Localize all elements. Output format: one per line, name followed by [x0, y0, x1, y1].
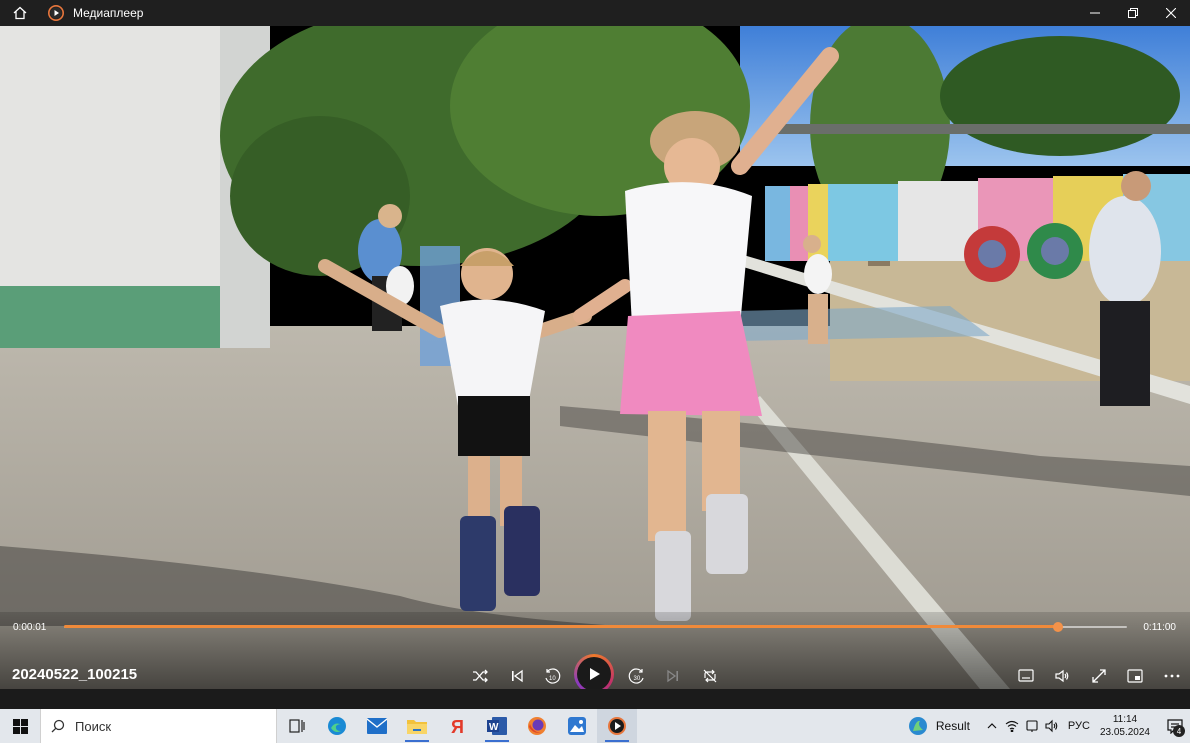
- taskbar-firefox[interactable]: [517, 709, 557, 743]
- shuffle-icon: [473, 669, 488, 683]
- forward-30-icon: 30: [628, 668, 644, 684]
- minimize-button[interactable]: [1076, 0, 1114, 26]
- svg-text:W: W: [489, 722, 499, 733]
- media-player-icon: [608, 717, 626, 735]
- clock-time: 11:14: [1112, 714, 1138, 725]
- shuffle-button[interactable]: [468, 664, 492, 688]
- volume-icon: [1055, 669, 1069, 683]
- volume-button[interactable]: [1050, 664, 1074, 688]
- player-controls: 0:00:01 0:11:00 20240522_100215 10 30: [0, 612, 1190, 694]
- rewind-10-button[interactable]: 10: [540, 664, 564, 688]
- home-button[interactable]: [0, 0, 40, 26]
- search-placeholder: Поиск: [75, 718, 112, 734]
- weather-widget[interactable]: Result: [908, 716, 970, 736]
- video-scene: [0, 26, 1190, 689]
- svg-text:10: 10: [549, 676, 556, 682]
- picture-in-picture-button[interactable]: [1123, 664, 1147, 688]
- total-time: 0:11:00: [1143, 622, 1176, 633]
- next-button[interactable]: [661, 664, 685, 688]
- taskbar-edge[interactable]: [317, 709, 357, 743]
- taskbar-word[interactable]: W: [477, 709, 517, 743]
- more-button[interactable]: [1160, 664, 1184, 688]
- miniplayer-icon: [1018, 669, 1034, 682]
- play-icon: [590, 668, 600, 680]
- previous-icon: [512, 669, 523, 683]
- sync-icon: [1026, 720, 1038, 732]
- system-tray: Result РУС 11:14 23.05.2024 4: [908, 709, 1190, 743]
- window-bottom-strip: [0, 689, 1190, 709]
- edge-icon: [328, 717, 346, 735]
- task-view-button[interactable]: [277, 709, 317, 743]
- svg-text:Я: Я: [451, 717, 464, 736]
- taskbar-mail[interactable]: [357, 709, 397, 743]
- media-player-icon: [48, 5, 64, 21]
- network-button[interactable]: [1002, 709, 1022, 743]
- chevron-up-icon: [987, 723, 997, 729]
- forward-30-button[interactable]: 30: [625, 664, 649, 688]
- show-hidden-icons-button[interactable]: [982, 709, 1002, 743]
- word-icon: W: [487, 717, 507, 735]
- video-frame[interactable]: [0, 26, 1190, 689]
- taskbar-photos[interactable]: [557, 709, 597, 743]
- seek-thumb[interactable]: [1053, 622, 1064, 632]
- taskbar-media-player[interactable]: [597, 709, 637, 743]
- title-bar: Медиаплеер: [0, 0, 1190, 26]
- search-icon: [51, 719, 65, 733]
- home-icon: [13, 6, 27, 20]
- start-button[interactable]: [0, 709, 40, 743]
- minimize-icon: [1090, 12, 1100, 14]
- weather-label: Result: [935, 719, 970, 733]
- taskbar-search[interactable]: Поиск: [40, 709, 277, 743]
- weather-icon: [908, 717, 927, 735]
- task-view-icon: [289, 719, 305, 733]
- speaker-icon: [1045, 719, 1058, 733]
- media-filename: 20240522_100215: [12, 666, 138, 683]
- taskbar-file-explorer[interactable]: [397, 709, 437, 743]
- firefox-icon: [528, 717, 546, 735]
- fullscreen-icon: [1092, 669, 1106, 683]
- picture-in-picture-icon: [1127, 669, 1143, 683]
- wifi-icon: [1005, 720, 1019, 732]
- more-icon: [1164, 674, 1180, 678]
- onedrive-button[interactable]: [1022, 709, 1042, 743]
- file-explorer-icon: [407, 719, 427, 734]
- yandex-browser-icon: Я: [451, 717, 464, 736]
- seek-progress: [64, 625, 1059, 628]
- fullscreen-button[interactable]: [1087, 664, 1111, 688]
- play-button[interactable]: [574, 654, 614, 694]
- previous-button[interactable]: [505, 664, 529, 688]
- window-title: Медиаплеер: [73, 6, 144, 20]
- media-player-window: Медиаплеер 0:00:01 0:11:00 20240522_1002…: [0, 0, 1190, 743]
- notification-count: 4: [1173, 725, 1185, 737]
- repeat-button[interactable]: [698, 664, 722, 688]
- play-button-inner: [577, 657, 611, 691]
- seek-bar[interactable]: [64, 622, 1127, 632]
- next-icon: [667, 669, 678, 683]
- restore-button[interactable]: [1114, 0, 1152, 26]
- clock[interactable]: 11:14 23.05.2024: [1100, 713, 1150, 739]
- taskbar: Поиск Я W Result РУС 11:14 23.05.2024 4: [0, 709, 1190, 743]
- miniplayer-button[interactable]: [1014, 664, 1038, 688]
- clock-date: 23.05.2024: [1099, 727, 1150, 738]
- repeat-off-icon: [703, 669, 717, 683]
- taskbar-yandex-browser[interactable]: Я: [437, 709, 477, 743]
- restore-icon: [1128, 8, 1138, 18]
- windows-logo-icon: [12, 718, 28, 734]
- mail-icon: [367, 718, 387, 734]
- notification-center-button[interactable]: 4: [1160, 709, 1190, 743]
- rewind-10-icon: 10: [545, 668, 561, 684]
- photos-icon: [568, 717, 586, 735]
- volume-tray-button[interactable]: [1042, 709, 1062, 743]
- elapsed-time: 0:00:01: [13, 622, 47, 633]
- svg-text:30: 30: [634, 676, 641, 682]
- close-button[interactable]: [1152, 0, 1190, 26]
- input-language[interactable]: РУС: [1068, 720, 1090, 732]
- close-icon: [1166, 8, 1176, 18]
